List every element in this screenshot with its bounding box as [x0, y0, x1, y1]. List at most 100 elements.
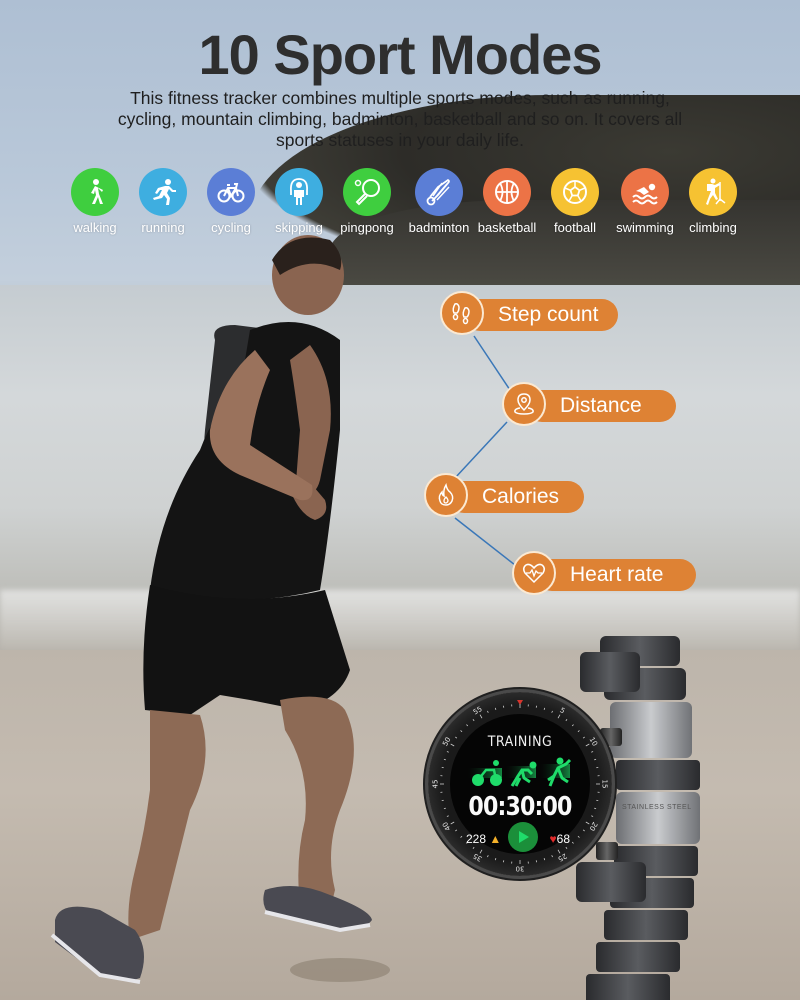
feature-label: Distance [526, 390, 676, 422]
bezel-tick [443, 758, 446, 761]
sport-mode-label: badminton [408, 220, 470, 235]
feature-label: Heart rate [536, 559, 696, 591]
watch-screen-title: TRAINING [487, 734, 553, 750]
bezel-tick [577, 835, 580, 838]
bezel-tick [591, 815, 594, 817]
feature-label: Step count [464, 299, 618, 331]
heart-rate-value: 68 [556, 832, 570, 846]
sport-mode-climbing: climbing [678, 168, 748, 235]
bezel-tick [543, 858, 546, 861]
bezel-number: 25 [556, 851, 568, 862]
bezel-tick [460, 730, 463, 733]
flame-icon: ▲ [486, 832, 502, 846]
sport-mode-label: swimming [616, 220, 674, 235]
bezel-number: 35 [472, 851, 484, 862]
footprints-icon [440, 291, 484, 335]
bezel-tick [460, 835, 463, 838]
skipping-icon [275, 168, 323, 216]
bezel-tick [494, 858, 497, 861]
bezel-tick [565, 846, 568, 849]
sport-mode-label: skipping [275, 220, 323, 235]
triathlon-icons [468, 757, 572, 787]
running-icon [139, 168, 187, 216]
feature-label: Calories [448, 481, 584, 513]
bezel-tick [594, 807, 597, 810]
sport-mode-basketball: basketball [472, 168, 542, 235]
runner-photo [50, 235, 390, 984]
sport-mode-label: basketball [477, 220, 537, 235]
product-banner: 10 Sport Modes This fitness tracker comb… [0, 0, 800, 1000]
bezel-tick [551, 855, 553, 858]
pingpong-icon [343, 168, 391, 216]
sport-mode-label: cycling [211, 220, 251, 235]
sport-mode-football: football [540, 168, 610, 235]
sport-mode-label: running [141, 220, 185, 235]
bezel-tick [585, 821, 590, 825]
climbing-icon [689, 168, 737, 216]
bezel-tick [487, 855, 489, 858]
bezel-tick [443, 807, 446, 810]
play-button[interactable] [508, 822, 538, 852]
bezel-number: 55 [472, 705, 484, 716]
heart-pulse-icon [512, 551, 556, 595]
page-title: 10 Sport Modes [198, 23, 603, 86]
bezel-tick [594, 758, 597, 761]
bezel-tick [479, 849, 483, 854]
location-pin-icon [502, 382, 546, 426]
bezel-number: 45 [432, 780, 440, 789]
play-icon [519, 831, 529, 843]
bezel-tick [487, 710, 489, 713]
sport-mode-swimming: swimming [610, 168, 680, 235]
sport-mode-label: climbing [689, 220, 737, 235]
bezel-tick [551, 710, 553, 713]
cycling-icon [207, 168, 255, 216]
bezel-tick [494, 707, 497, 710]
bezel-tick [557, 714, 561, 719]
bezel-tick [571, 724, 574, 727]
sport-mode-walking: walking [60, 168, 130, 235]
bezel-number: 20 [587, 820, 598, 832]
workout-timer: 00:30:00 [468, 792, 572, 822]
bezel-tick [450, 821, 455, 825]
sport-mode-pingpong: pingpong [332, 168, 402, 235]
sport-mode-label: walking [73, 220, 117, 235]
bezel-tick [472, 846, 475, 849]
calorie-value: 228 [466, 832, 487, 846]
football-icon [551, 168, 599, 216]
bezel-tick [479, 714, 483, 719]
sport-modes-row: walking running cycling skipping pingpon… [70, 168, 770, 238]
bezel-number: 15 [601, 780, 609, 789]
sport-mode-cycling: cycling [196, 168, 266, 235]
bezel-number: 40 [441, 820, 452, 832]
flame-icon [424, 473, 468, 517]
basketball-icon [483, 168, 531, 216]
calorie-readout: 228 ▲ [466, 832, 501, 846]
smartwatch: 55 5 10 15 20 25 30 35 40 45 50 TRAINING 00:30:00 … [428, 692, 612, 876]
sport-mode-label: pingpong [340, 220, 394, 235]
bezel-number: 5 [558, 706, 566, 715]
bezel-tick [571, 841, 574, 844]
watch-screen[interactable]: TRAINING 00:30:00 228 ▲ ♥68 [450, 714, 590, 854]
bezel-tick [557, 849, 561, 854]
bezel-tick [446, 815, 449, 817]
bezel-tick [472, 719, 475, 722]
swimming-icon [621, 168, 669, 216]
bezel-tick [582, 829, 585, 832]
bezel-tick [591, 751, 594, 753]
sport-mode-skipping: skipping [264, 168, 334, 235]
heart-icon: ♥ [549, 832, 557, 846]
sport-mode-label: football [554, 220, 596, 235]
bezel-tick [565, 719, 568, 722]
bezel-tick [577, 730, 580, 733]
walking-icon [71, 168, 119, 216]
bezel-tick [455, 829, 458, 832]
band-engraving: STAINLESS STEEL [622, 804, 692, 811]
sport-mode-badminton: badminton [404, 168, 474, 235]
sport-mode-running: running [128, 168, 198, 235]
bezel-tick [543, 707, 546, 710]
bezel-number: 30 [516, 865, 525, 873]
heart-rate-readout: ♥68 [550, 832, 570, 846]
bezel-tick [466, 724, 469, 727]
bezel-tick [446, 751, 449, 753]
badminton-icon [415, 168, 463, 216]
